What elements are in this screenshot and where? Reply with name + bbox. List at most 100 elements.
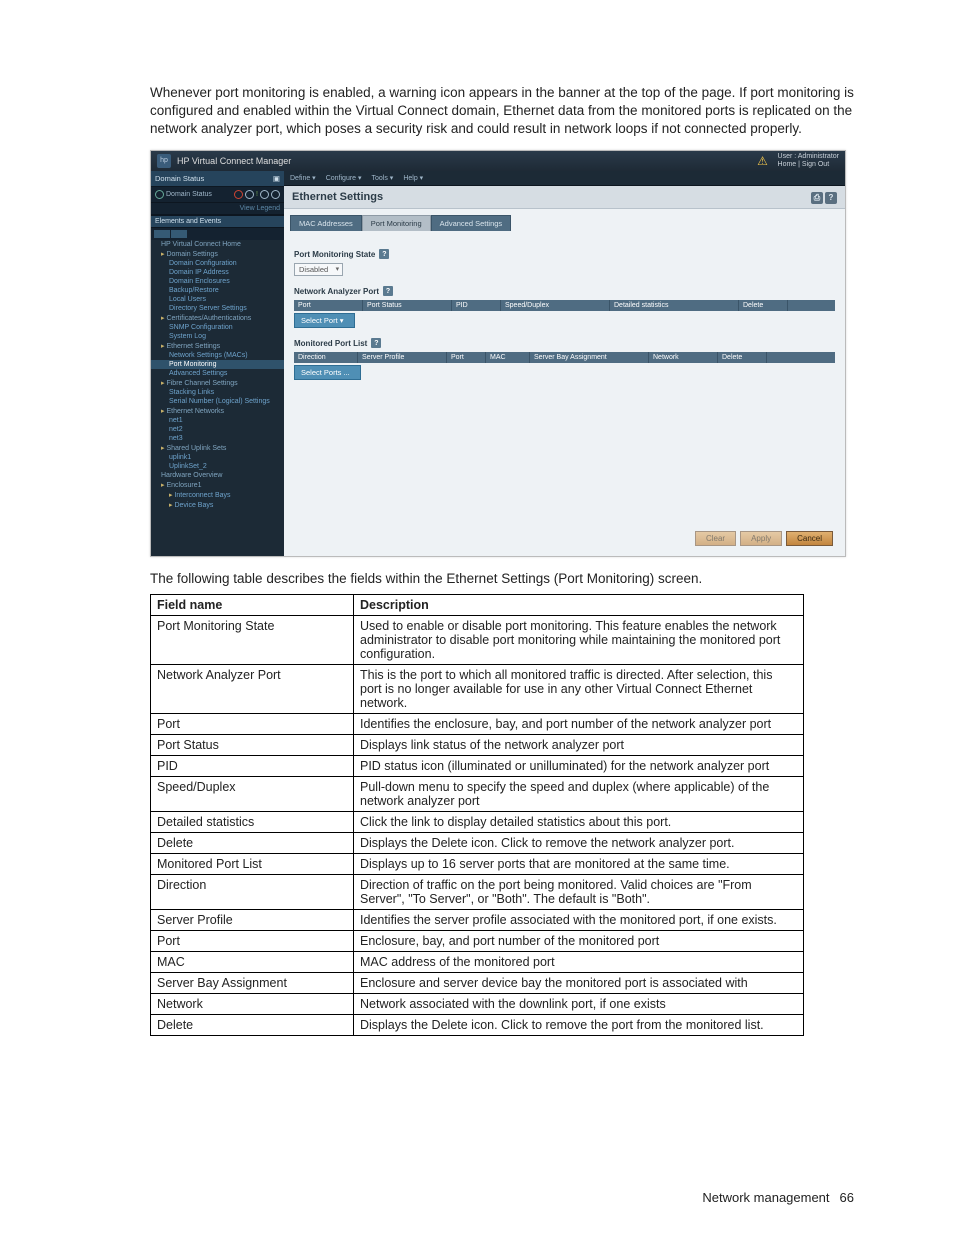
field-description-table: Field name Description Port Monitoring S… [150, 594, 804, 1036]
sidebar-item[interactable]: Fibre Channel Settings [151, 378, 284, 388]
warning-icon: ⚠ [754, 154, 772, 168]
description-cell: Identifies the server profile associated… [354, 910, 804, 931]
sidebar-item[interactable]: Domain Configuration [151, 259, 284, 268]
panel-corner-icons[interactable]: ⎙? [809, 191, 837, 204]
sidebar-item[interactable]: Certificates/Authentications [151, 313, 284, 323]
sidebar-item[interactable]: Domain IP Address [151, 268, 284, 277]
sidebar-item[interactable]: Local Users [151, 295, 284, 304]
sidebar-item[interactable]: Shared Uplink Sets [151, 443, 284, 453]
col-header: Port [447, 352, 486, 363]
sidebar-item[interactable]: Ethernet Settings [151, 341, 284, 351]
sidebar-item[interactable]: HP Virtual Connect Home [151, 240, 284, 249]
col-header: Delete [718, 352, 767, 363]
sidebar-item[interactable]: SNMP Configuration [151, 323, 284, 332]
main-panel: Define ▾ Configure ▾ Tools ▾ Help ▾ Ethe… [284, 171, 845, 556]
sidebar-item[interactable]: System Log [151, 332, 284, 341]
nap-table-header: PortPort StatusPIDSpeed/DuplexDetailed s… [294, 300, 835, 311]
domain-status-header: Domain Status▣ [151, 171, 284, 187]
help-icon[interactable]: ? [825, 192, 837, 204]
panel-content: Port Monitoring State? Disabled Network … [284, 231, 845, 556]
field-name-cell: Port [151, 931, 354, 952]
table-caption: The following table describes the fields… [150, 571, 854, 586]
help-icon[interactable]: ? [379, 249, 389, 259]
sidebar-item[interactable]: Enclosure1 [151, 480, 284, 490]
description-cell: Displays the Delete icon. Click to remov… [354, 1015, 804, 1036]
col-description: Description [354, 595, 804, 616]
select-ports-button[interactable]: Select Ports ... [294, 365, 361, 380]
description-cell: Network associated with the downlink por… [354, 994, 804, 1015]
sidebar-item[interactable]: uplink1 [151, 453, 284, 462]
menu-define[interactable]: Define ▾ [290, 174, 316, 182]
col-header: Port [294, 300, 363, 311]
field-name-cell: Delete [151, 833, 354, 854]
menu-help[interactable]: Help ▾ [403, 174, 423, 182]
col-header: MAC [486, 352, 530, 363]
sidebar-item[interactable]: Hardware Overview [151, 471, 284, 480]
sidebar-item[interactable]: Ethernet Networks [151, 406, 284, 416]
tab-mac-addresses[interactable]: MAC Addresses [290, 215, 362, 231]
description-cell: Displays up to 16 server ports that are … [354, 854, 804, 875]
field-name-cell: PID [151, 756, 354, 777]
field-name-cell: Server Profile [151, 910, 354, 931]
sidebar-item[interactable]: Domain Enclosures [151, 277, 284, 286]
sidebar-item[interactable]: Device Bays [151, 500, 284, 510]
description-cell: Displays the Delete icon. Click to remov… [354, 833, 804, 854]
tab-advanced-settings[interactable]: Advanced Settings [431, 215, 512, 231]
col-header: Server Profile [358, 352, 447, 363]
sidebar-item[interactable]: UplinkSet_2 [151, 462, 284, 471]
col-header: Speed/Duplex [501, 300, 610, 311]
sidebar-tree: HP Virtual Connect HomeDomain SettingsDo… [151, 240, 284, 512]
tab-port-monitoring[interactable]: Port Monitoring [362, 215, 431, 231]
page-footer: Network management66 [702, 1190, 854, 1205]
sidebar-item[interactable]: Network Settings (MACs) [151, 351, 284, 360]
menu-tools[interactable]: Tools ▾ [372, 174, 394, 182]
sidebar: Domain Status▣ Domain Status ! View Lege… [151, 171, 284, 556]
field-name-cell: MAC [151, 952, 354, 973]
field-name-cell: Direction [151, 875, 354, 910]
sidebar-item[interactable]: Interconnect Bays [151, 490, 284, 500]
sidebar-mini-tabs[interactable] [151, 228, 284, 240]
description-cell: Displays link status of the network anal… [354, 735, 804, 756]
screenshot: hp HP Virtual Connect Manager ⚠ User : A… [150, 150, 846, 557]
panel-tabs: MAC Addresses Port Monitoring Advanced S… [284, 209, 845, 231]
nap-label: Network Analyzer Port? [294, 286, 835, 296]
field-name-cell: Server Bay Assignment [151, 973, 354, 994]
help-icon[interactable]: ? [383, 286, 393, 296]
sidebar-item[interactable]: Domain Settings [151, 249, 284, 259]
sidebar-item[interactable]: Port Monitoring [151, 360, 284, 369]
clear-button[interactable]: Clear [695, 531, 736, 546]
sidebar-item[interactable]: Backup/Restore [151, 286, 284, 295]
field-name-cell: Port Status [151, 735, 354, 756]
sidebar-item[interactable]: Directory Server Settings [151, 304, 284, 313]
sidebar-item[interactable]: Stacking Links [151, 388, 284, 397]
description-cell: Used to enable or disable port monitorin… [354, 616, 804, 665]
sidebar-item[interactable]: net2 [151, 425, 284, 434]
col-header: Port Status [363, 300, 452, 311]
field-name-cell: Detailed statistics [151, 812, 354, 833]
apply-button[interactable]: Apply [740, 531, 782, 546]
col-header: Delete [739, 300, 788, 311]
col-header: Detailed statistics [610, 300, 739, 311]
menu-configure[interactable]: Configure ▾ [326, 174, 362, 182]
sidebar-item[interactable]: Advanced Settings [151, 369, 284, 378]
field-name-cell: Monitored Port List [151, 854, 354, 875]
sidebar-item[interactable]: net1 [151, 416, 284, 425]
panel-title: Ethernet Settings [292, 191, 383, 203]
field-name-cell: Network [151, 994, 354, 1015]
description-cell: Click the link to display detailed stati… [354, 812, 804, 833]
description-cell: Pull-down menu to specify the speed and … [354, 777, 804, 812]
help-icon[interactable]: ? [371, 338, 381, 348]
col-header: Direction [294, 352, 358, 363]
description-cell: Direction of traffic on the port being m… [354, 875, 804, 910]
user-info: User : Administrator Home | Sign Out [778, 153, 839, 169]
select-port-button[interactable]: Select Port ▾ [294, 313, 355, 328]
cancel-button[interactable]: Cancel [786, 531, 833, 546]
sidebar-item[interactable]: Serial Number (Logical) Settings [151, 397, 284, 406]
sidebar-item[interactable]: net3 [151, 434, 284, 443]
pm-state-dropdown[interactable]: Disabled [294, 263, 343, 276]
menu-strip[interactable]: Define ▾ Configure ▾ Tools ▾ Help ▾ [284, 171, 845, 186]
description-cell: PID status icon (illuminated or unillumi… [354, 756, 804, 777]
hp-logo-icon: hp [157, 154, 171, 168]
view-legend-link[interactable]: View Legend [151, 203, 284, 215]
col-header: Server Bay Assignment [530, 352, 649, 363]
